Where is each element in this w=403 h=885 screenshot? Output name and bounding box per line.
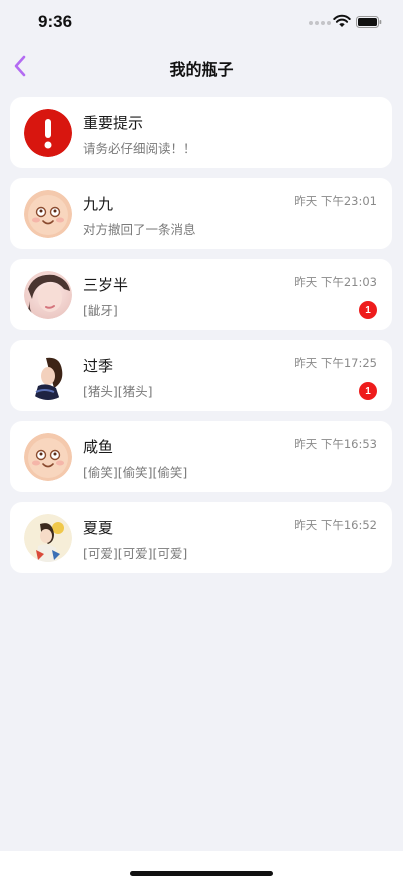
item-time: 昨天 下午16:53 — [294, 437, 377, 451]
item-preview: [猪头][猪头] — [83, 384, 153, 399]
status-time: 9:36 — [38, 12, 73, 31]
navigation-bar: 我的瓶子 — [0, 44, 403, 88]
status-bar: 9:36 — [0, 0, 403, 44]
item-name: 三岁半 — [83, 276, 129, 294]
photo-avatar — [24, 271, 72, 319]
list-item[interactable]: 过季 [猪头][猪头] 昨天 下午17:25 1 — [10, 340, 392, 411]
page-title: 我的瓶子 — [169, 60, 234, 79]
smiley-face-avatar — [24, 433, 72, 481]
unread-badge: 1 — [359, 301, 377, 319]
item-preview: 请务必仔细阅读！！ — [83, 141, 196, 156]
illustration-avatar — [24, 514, 72, 562]
item-time: 昨天 下午16:52 — [294, 518, 377, 532]
signal-icon — [309, 21, 331, 25]
item-name: 过季 — [83, 357, 114, 375]
home-indicator-area — [0, 851, 403, 885]
item-time: 昨天 下午21:03 — [294, 275, 377, 289]
item-preview: 对方撤回了一条消息 — [83, 222, 196, 237]
item-time: 昨天 下午23:01 — [294, 194, 377, 208]
wifi-icon — [333, 14, 351, 27]
list-item[interactable]: 咸鱼 [偷笑][偷笑][偷笑] 昨天 下午16:53 — [10, 421, 392, 492]
list-item-important-notice[interactable]: 重要提示 请务必仔细阅读！！ — [10, 97, 392, 168]
item-preview: [可爱][可爱][可爱] — [83, 546, 188, 561]
bottle-list: 重要提示 请务必仔细阅读！！ 九九 对方撤回了一条消息 昨天 下午23:01 三… — [10, 97, 392, 583]
alert-icon — [24, 109, 72, 157]
unread-badge: 1 — [359, 382, 377, 400]
list-item[interactable]: 九九 对方撤回了一条消息 昨天 下午23:01 — [10, 178, 392, 249]
smiley-face-avatar — [24, 190, 72, 238]
photo-avatar — [24, 352, 72, 400]
item-name: 九九 — [83, 195, 114, 213]
home-indicator[interactable] — [130, 871, 273, 876]
item-name: 重要提示 — [83, 114, 144, 132]
item-name: 夏夏 — [83, 519, 114, 537]
item-preview: [偷笑][偷笑][偷笑] — [83, 465, 188, 480]
list-item[interactable]: 夏夏 [可爱][可爱][可爱] 昨天 下午16:52 — [10, 502, 392, 573]
item-preview: [龇牙] — [83, 303, 118, 318]
item-name: 咸鱼 — [83, 438, 114, 456]
item-time: 昨天 下午17:25 — [294, 356, 377, 370]
list-item[interactable]: 三岁半 [龇牙] 昨天 下午21:03 1 — [10, 259, 392, 330]
battery-icon — [356, 16, 382, 28]
